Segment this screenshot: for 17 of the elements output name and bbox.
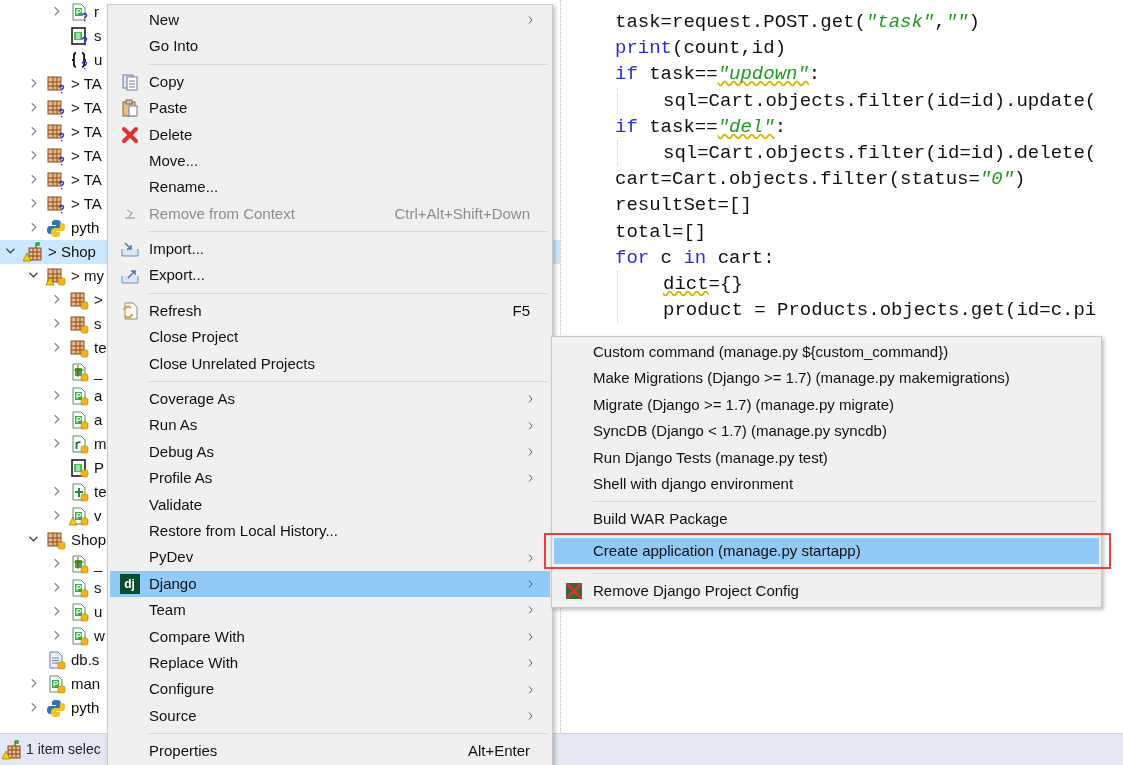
status-text: 1 item selec — [26, 740, 101, 759]
code-line: product = Products.objects.get(id=c.pi — [663, 298, 1098, 324]
code-line: for c in cart: — [615, 245, 776, 271]
code-line: sql=Cart.objects.filter(id=id).delete( — [663, 140, 1098, 166]
code-line: print(count,id) — [615, 36, 788, 62]
code-line: dict={} — [663, 271, 744, 297]
code-line: resultSet=[] — [615, 193, 753, 219]
shortcut-label: F5 — [512, 300, 530, 321]
logo-icon: dj — [119, 574, 140, 594]
code-line: task=request.POST.get("task","") — [615, 10, 981, 35]
shortcut-label: Alt+Enter — [467, 741, 530, 762]
code-line: if task=="updown": — [615, 62, 822, 88]
code-line: cart=Cart.objects.filter(status="0") — [615, 167, 1027, 193]
code-line: sql=Cart.objects.filter(id=id).update( — [663, 88, 1098, 114]
code-line: if task=="del": — [615, 114, 788, 140]
shortcut-label: Ctrl+Alt+Shift+Down — [394, 203, 530, 224]
code-line: total=[] — [615, 219, 708, 245]
